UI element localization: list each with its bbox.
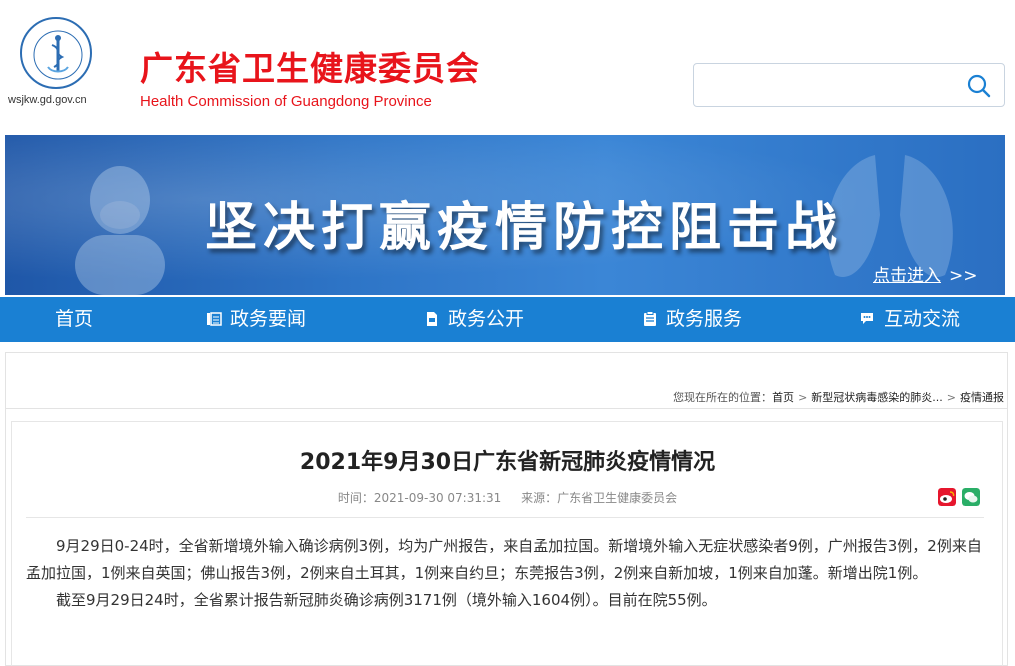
nav-item-label: 政务公开 bbox=[448, 308, 525, 330]
weibo-icon[interactable] bbox=[938, 488, 956, 506]
clipboard-icon bbox=[644, 311, 656, 326]
banner-title: 坚决打赢疫情防控阻击战 bbox=[205, 198, 844, 258]
nav-item-gov-affairs[interactable]: 政务公开 bbox=[424, 297, 524, 342]
medical-worker-image bbox=[75, 166, 165, 295]
breadcrumb-separator: > bbox=[798, 391, 808, 404]
campaign-banner[interactable]: 坚决打赢疫情防控阻击战 点击进入 >> bbox=[5, 135, 1005, 295]
article-body: 9月29日0-24时，全省新增境外输入确诊病例3例，均为广州报告，来自孟加拉国。… bbox=[26, 533, 986, 614]
nav-item-label: 政务服务 bbox=[666, 308, 743, 330]
nav-item-label: 政务要闻 bbox=[230, 308, 307, 330]
site-title[interactable]: 广东省卫生健康委员会 bbox=[140, 42, 480, 90]
article-paragraph: 9月29日0-24时，全省新增境外输入确诊病例3例，均为广州报告，来自孟加拉国。… bbox=[26, 537, 982, 582]
breadcrumb-prefix: 您现在所在的位置： bbox=[673, 391, 773, 404]
search-input[interactable] bbox=[702, 70, 952, 100]
news-icon bbox=[207, 312, 222, 326]
divider bbox=[26, 517, 984, 518]
nav-item-interaction[interactable]: 互动交流 bbox=[860, 297, 960, 342]
nav-item-news[interactable]: 政务要闻 bbox=[206, 297, 306, 342]
article-meta: 时间：2021-09-30 07:31:31 来源：广东省卫生健康委员会 bbox=[0, 489, 1015, 506]
double-chevron-icon: >> bbox=[949, 266, 978, 286]
search-box bbox=[693, 63, 1005, 107]
breadcrumb-item-home[interactable]: 首页 bbox=[772, 391, 794, 404]
site-header: wsjkw.gd.gov.cn 广东省卫生健康委员会 Health Commis… bbox=[0, 0, 1015, 135]
emblem-icon bbox=[33, 30, 83, 80]
site-subtitle: Health Commission of Guangdong Province bbox=[140, 93, 432, 110]
article-paragraph: 截至9月29日24时，全省累计报告新冠肺炎确诊病例3171例（境外输入1604例… bbox=[56, 591, 717, 609]
main-nav: 首页 政务要闻 政务公开 政务服务 互动交流 bbox=[0, 297, 1015, 342]
commission-logo[interactable] bbox=[20, 17, 92, 89]
article-source: 来源：广东省卫生健康委员会 bbox=[521, 491, 678, 505]
site-domain: wsjkw.gd.gov.cn bbox=[8, 94, 87, 106]
banner-enter-link[interactable]: 点击进入 >> bbox=[873, 261, 978, 286]
divider bbox=[6, 408, 1007, 409]
publish-time: 时间：2021-09-30 07:31:31 bbox=[337, 491, 502, 505]
article-title: 2021年9月30日广东省新冠肺炎疫情情况 bbox=[299, 450, 716, 475]
nav-item-label: 互动交流 bbox=[884, 308, 961, 330]
breadcrumb-item-pneumonia[interactable]: 新型冠状病毒感染的肺炎... bbox=[811, 391, 943, 404]
nav-item-services[interactable]: 政务服务 bbox=[642, 297, 742, 342]
chat-icon bbox=[861, 313, 873, 324]
wechat-icon[interactable] bbox=[962, 488, 980, 506]
breadcrumb-separator: > bbox=[946, 391, 956, 404]
document-icon bbox=[427, 312, 437, 326]
search-icon[interactable] bbox=[966, 73, 992, 99]
nav-item-home[interactable]: 首页 bbox=[55, 297, 93, 342]
breadcrumb-item-bulletin[interactable]: 疫情通报 bbox=[960, 391, 1004, 404]
breadcrumb: 您现在所在的位置：首页 > 新型冠状病毒感染的肺炎... > 疫情通报 bbox=[673, 389, 1004, 405]
content-frame: 您现在所在的位置：首页 > 新型冠状病毒感染的肺炎... > 疫情通报 bbox=[5, 352, 1008, 666]
nav-item-label: 首页 bbox=[55, 308, 94, 330]
banner-enter-label: 点击进入 bbox=[873, 266, 941, 286]
